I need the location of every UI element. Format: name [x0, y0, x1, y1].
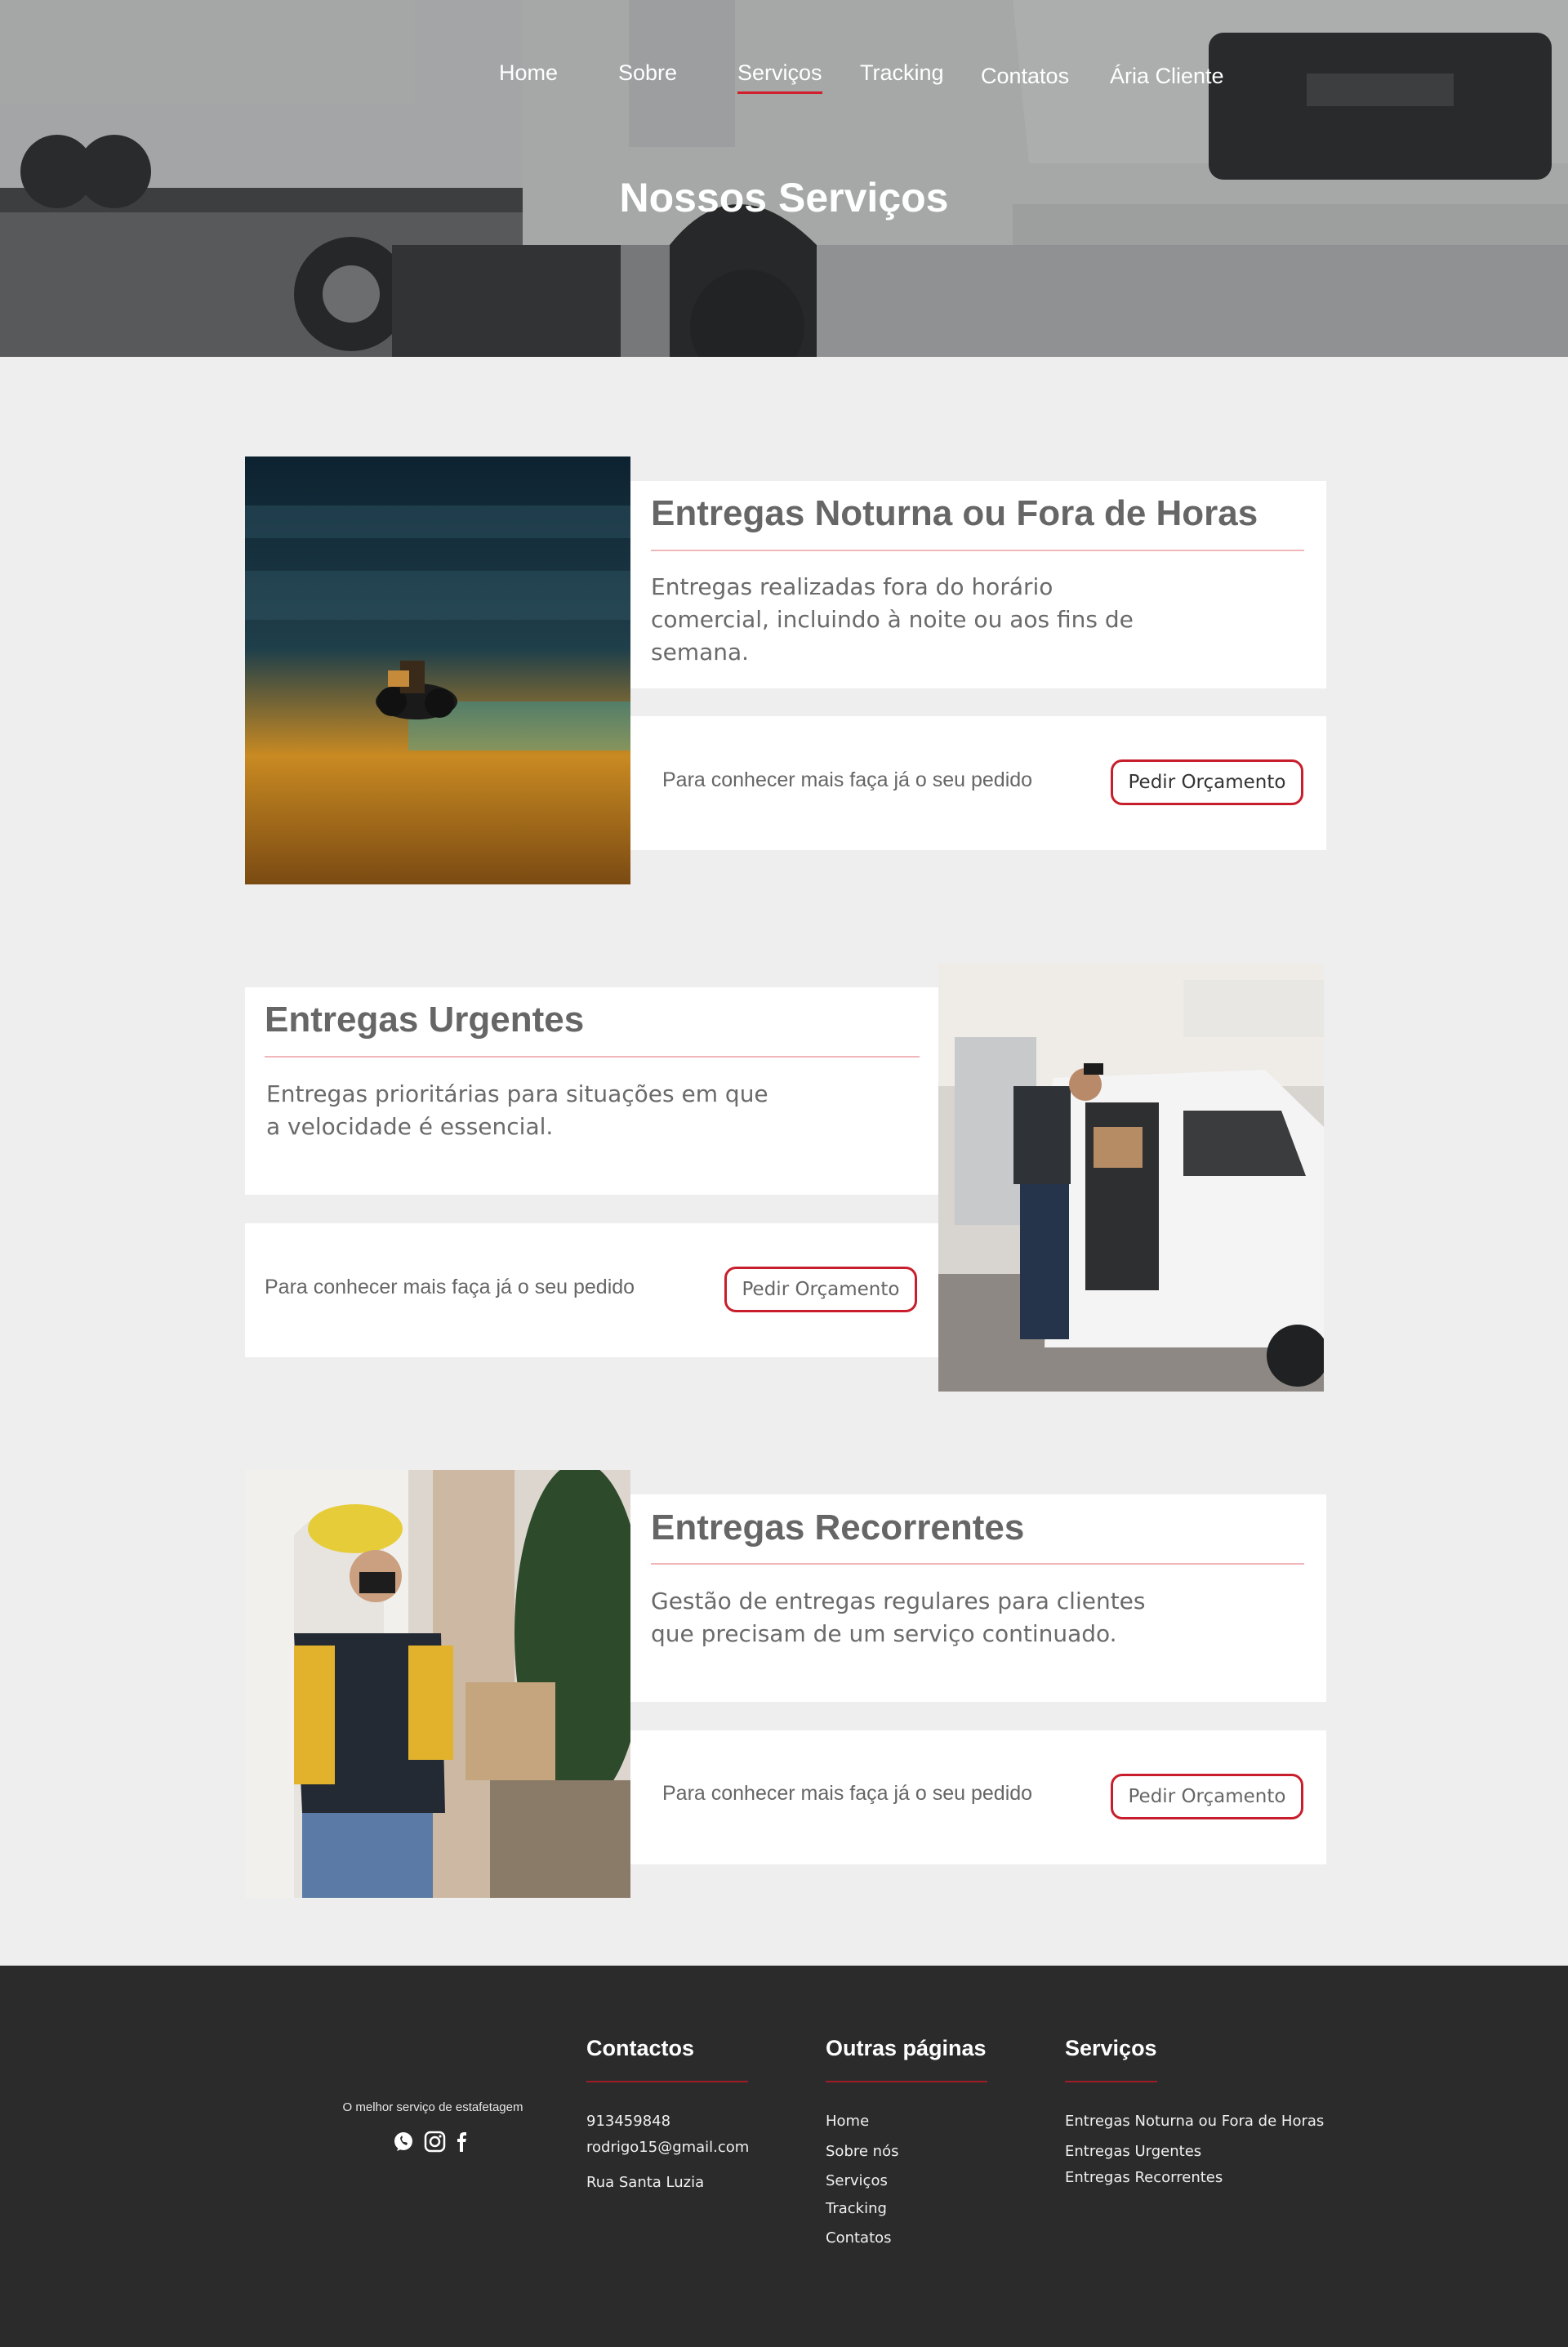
- site-footer: [0, 1966, 1568, 2347]
- footer-service-link[interactable]: Entregas Recorrentes: [1065, 2169, 1223, 2186]
- footer-service-link[interactable]: Entregas Urgentes: [1065, 2143, 1201, 2160]
- title-divider: [651, 1563, 1304, 1565]
- footer-contacts-heading: Contactos: [586, 2036, 695, 2060]
- cta-text: Para conhecer mais faça já o seu pedido: [662, 1782, 1033, 1805]
- nav-contatos[interactable]: Contatos: [981, 64, 1069, 89]
- courier-van-photo: [938, 964, 1324, 1392]
- service-title: Entregas Noturna ou Fora de Horas: [651, 493, 1258, 533]
- service-title: Entregas Recorrentes: [651, 1508, 1025, 1548]
- pedir-orcamento-button[interactable]: Pedir Orçamento: [724, 1267, 917, 1312]
- footer-heading-divider: [826, 2081, 987, 2082]
- service-title: Entregas Urgentes: [265, 1000, 585, 1040]
- whatsapp-icon[interactable]: [394, 2132, 412, 2151]
- nav-area-cliente[interactable]: Ária Cliente: [1110, 64, 1224, 89]
- pedir-orcamento-button[interactable]: Pedir Orçamento: [1111, 759, 1303, 805]
- cta-text: Para conhecer mais faça já o seu pedido: [662, 768, 1033, 791]
- service-description: Gestão de entregas regulares para client…: [651, 1588, 1146, 1647]
- facebook-icon[interactable]: [457, 2132, 466, 2152]
- footer-link-home[interactable]: Home: [826, 2113, 869, 2130]
- social-links: [394, 2130, 483, 2158]
- nav-sobre[interactable]: Sobre: [618, 60, 677, 86]
- footer-services-heading: Serviços: [1065, 2036, 1157, 2060]
- footer-phone[interactable]: 913459848: [586, 2113, 670, 2130]
- pedir-orcamento-button[interactable]: Pedir Orçamento: [1111, 1774, 1303, 1819]
- footer-email[interactable]: rodrigo15@gmail.com: [586, 2139, 749, 2156]
- courier-package-photo: [245, 1470, 630, 1898]
- night-delivery-photo: [245, 456, 630, 884]
- hero-banner: Home Sobre Serviços Tracking Contatos Ár…: [0, 0, 1568, 357]
- footer-link-servicos[interactable]: Serviços: [826, 2172, 888, 2189]
- nav-servicos[interactable]: Serviços: [737, 60, 822, 94]
- footer-tagline: O melhor serviço de estafetagem: [342, 2100, 523, 2114]
- footer-service-link[interactable]: Entregas Noturna ou Fora de Horas: [1065, 2113, 1324, 2130]
- title-divider: [651, 550, 1304, 551]
- footer-heading-divider: [586, 2081, 748, 2082]
- instagram-icon[interactable]: [424, 2131, 446, 2153]
- main-nav: Home Sobre Serviços Tracking Contatos Ár…: [0, 59, 1568, 100]
- service-description: Entregas prioritárias para situações em …: [266, 1080, 768, 1140]
- footer-heading-divider: [1065, 2081, 1157, 2082]
- footer-pages-heading: Outras páginas: [826, 2036, 987, 2060]
- cta-text: Para conhecer mais faça já o seu pedido: [265, 1276, 635, 1298]
- nav-tracking[interactable]: Tracking: [860, 60, 944, 86]
- footer-link-sobre[interactable]: Sobre nós: [826, 2143, 898, 2160]
- footer-link-tracking[interactable]: Tracking: [826, 2200, 887, 2217]
- title-divider: [265, 1056, 920, 1058]
- footer-address: Rua Santa Luzia: [586, 2174, 705, 2191]
- nav-home[interactable]: Home: [499, 60, 558, 86]
- page-title: Nossos Serviços: [619, 175, 949, 220]
- service-description: Entregas realizadas fora do horário come…: [651, 573, 1134, 666]
- footer-link-contatos[interactable]: Contatos: [826, 2229, 892, 2247]
